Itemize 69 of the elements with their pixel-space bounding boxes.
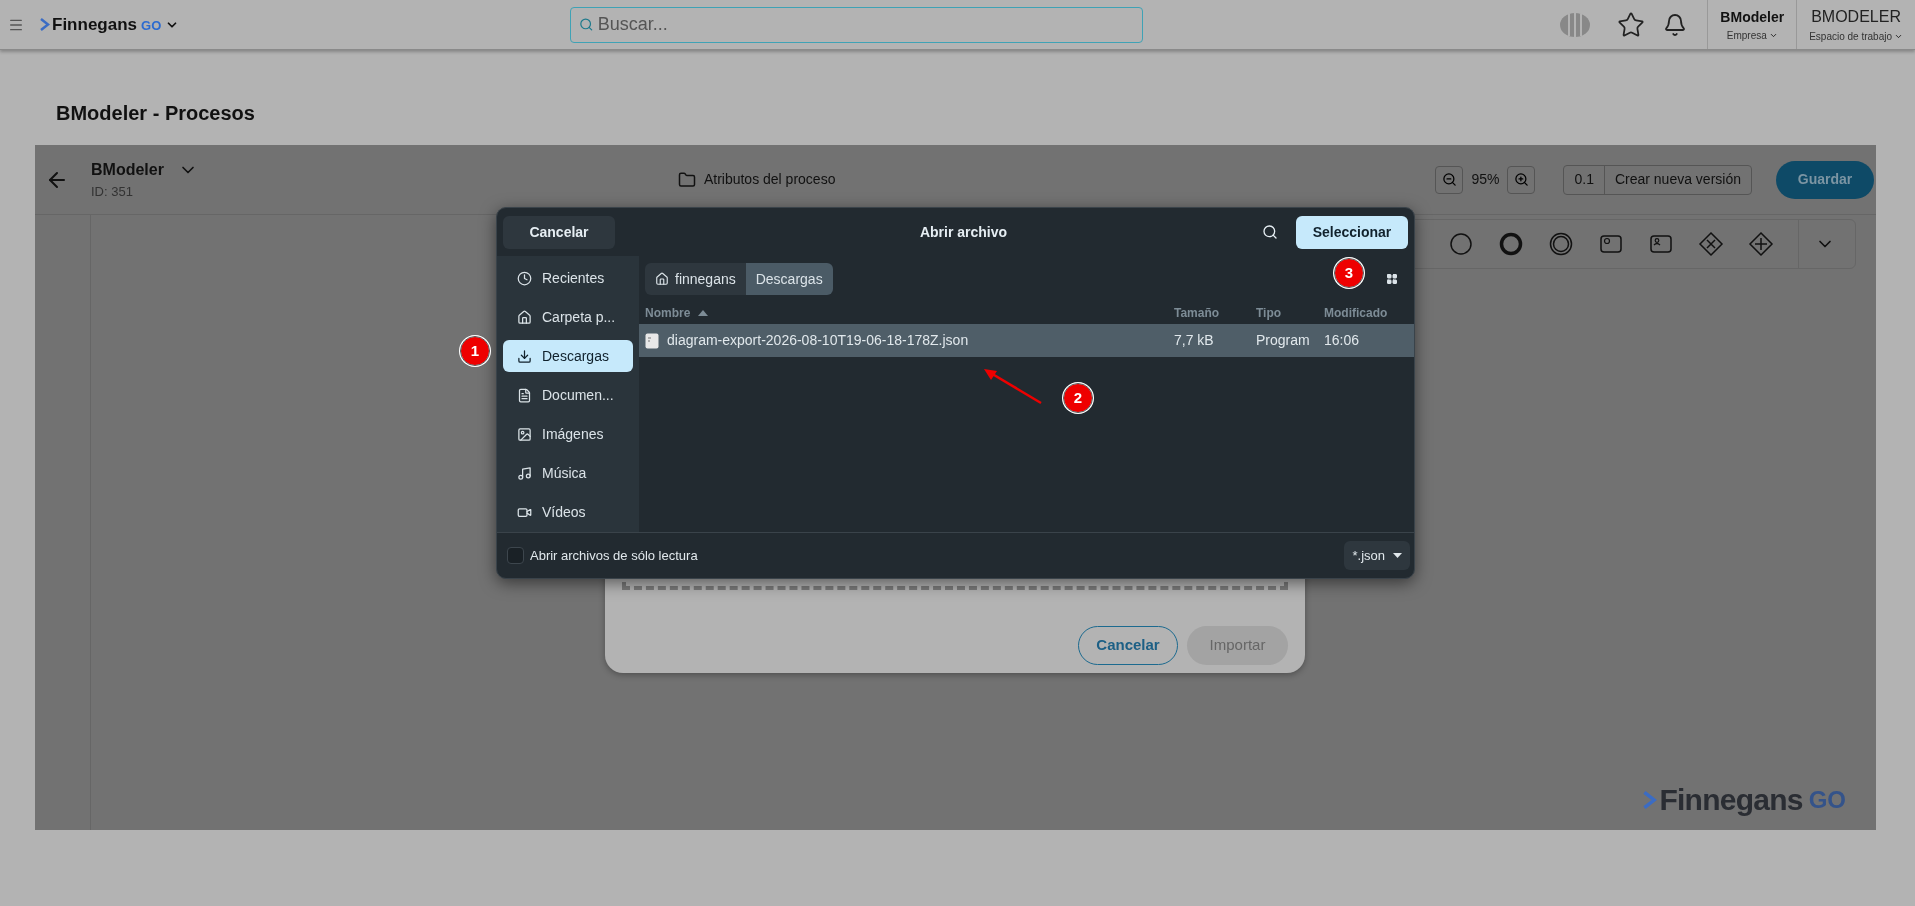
path-segment[interactable]: finnegans <box>645 263 746 295</box>
brand-name: Finnegans <box>52 13 137 36</box>
brand-suffix: GO <box>1808 784 1846 815</box>
step-marker: 1 <box>461 337 489 365</box>
zoom-level: 95% <box>1471 170 1500 189</box>
star-icon[interactable] <box>1617 10 1646 39</box>
intermediate-event-icon[interactable] <box>1548 231 1574 257</box>
home-icon <box>517 309 532 325</box>
dialog-title: Abrir archivo <box>918 222 1009 242</box>
search-icon <box>579 17 594 32</box>
zoom-out-icon <box>1441 172 1457 187</box>
start-event-icon[interactable] <box>1448 231 1474 257</box>
selector-caption: Empresa <box>1726 28 1767 43</box>
file-row[interactable]: diagram-export-2026-08-10T19-06-18-178Z.json 7,7 kB Program 16:06 <box>639 324 1414 357</box>
zoom-out-button[interactable] <box>1435 165 1464 194</box>
exclusive-gateway-icon[interactable] <box>1698 231 1724 257</box>
step-marker: 3 <box>1335 259 1363 287</box>
place-item[interactable]: Recientes <box>503 262 633 294</box>
column-header[interactable]: Tamaño <box>1174 304 1256 322</box>
logo-chevron-icon <box>40 18 50 31</box>
place-item[interactable]: Imágenes <box>503 418 633 450</box>
brand-name: Finnegans <box>1659 782 1803 818</box>
caret-icon <box>1894 32 1903 41</box>
readonly-checkbox[interactable] <box>507 547 524 564</box>
new-version-button[interactable]: Crear nueva versión <box>1604 165 1751 194</box>
path-segment[interactable]: Descargas <box>745 263 833 295</box>
process-name: BModeler <box>91 159 164 180</box>
end-event-icon[interactable] <box>1498 231 1524 257</box>
file-icon <box>645 332 659 349</box>
company-selector[interactable]: BModeler Empresa <box>1707 0 1797 49</box>
document-icon <box>517 387 532 403</box>
cancel-button[interactable]: Cancelar <box>503 215 615 249</box>
select-button[interactable]: Seleccionar <box>1296 215 1408 249</box>
selector-caption: Espacio de trabajo <box>1809 30 1892 44</box>
column-header[interactable]: Modificado <box>1324 304 1388 322</box>
page-title: BModeler - Procesos <box>56 101 256 126</box>
home-icon <box>655 272 669 286</box>
place-item[interactable]: Descargas <box>503 340 633 372</box>
place-item[interactable]: Música <box>503 457 633 489</box>
caret-icon <box>1393 553 1402 558</box>
place-item[interactable]: Vídeos <box>503 496 633 528</box>
zoom-in-button[interactable] <box>1507 165 1536 194</box>
attributes-link[interactable]: Atributos del proceso <box>703 169 836 190</box>
parallel-gateway-icon[interactable] <box>1748 231 1774 257</box>
grid-view-icon[interactable] <box>1386 273 1398 285</box>
search-input[interactable]: Buscar... <box>597 11 1135 38</box>
readonly-label: Abrir archivos de sólo lectura <box>530 546 698 565</box>
file-type-filter[interactable]: *.json <box>1344 541 1410 570</box>
column-header[interactable]: Nombre <box>645 304 1174 322</box>
version-number: 0.1 <box>1564 165 1605 194</box>
column-header[interactable]: Tipo <box>1256 304 1324 322</box>
clock-icon <box>517 270 532 286</box>
image-icon <box>517 426 532 442</box>
logo-chevron-icon <box>1643 790 1658 809</box>
step-marker: 2 <box>1064 384 1092 412</box>
pointer-arrow <box>983 368 1043 405</box>
search-field[interactable]: Buscar... <box>570 6 1144 43</box>
notifications-icon[interactable] <box>1663 12 1688 37</box>
place-item[interactable]: Carpeta p... <box>503 301 633 333</box>
brand-suffix: GO <box>141 16 162 35</box>
download-icon <box>517 348 532 364</box>
folder-icon <box>677 170 696 189</box>
sort-ascending-icon <box>698 310 709 316</box>
place-item[interactable]: Documen... <box>503 379 633 411</box>
zoom-in-icon <box>1513 172 1529 187</box>
music-note-icon <box>517 465 532 481</box>
workspace-selector[interactable]: BMODELER Espacio de trabajo <box>1796 0 1915 49</box>
search-icon[interactable] <box>1262 224 1278 240</box>
process-id: ID: 351 <box>91 182 134 201</box>
